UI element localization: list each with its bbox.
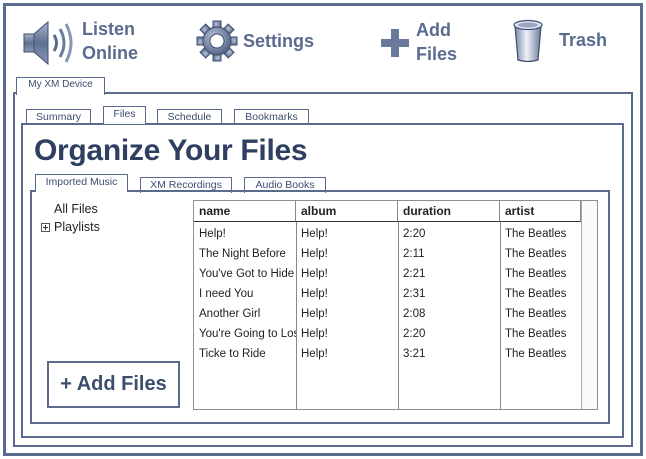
playlists-label: Playlists	[54, 220, 100, 234]
cell-artist: The Beatles	[505, 268, 567, 280]
cell-duration: 2:31	[403, 288, 426, 300]
cell-duration: 2:11	[403, 248, 425, 260]
settings-label: Settings	[243, 31, 315, 51]
tree-item-playlists[interactable]: Playlists	[41, 220, 100, 234]
cell-artist: The Beatles	[505, 248, 567, 260]
cell-duration: 3:21	[403, 348, 426, 360]
plus-icon	[380, 28, 410, 58]
cell-album: Help!	[301, 248, 328, 260]
cell-name: Another Girl	[199, 308, 261, 320]
cell-name: Help!	[199, 228, 226, 240]
cell-album: Help!	[301, 348, 328, 360]
listen-label-line2: Online	[82, 43, 139, 63]
cell-duration: 2:20	[403, 228, 426, 240]
cell-duration: 2:20	[403, 328, 426, 340]
cell-artist: The Beatles	[505, 288, 567, 300]
add-files-label: Add Files	[416, 18, 457, 66]
listen-label-line1: Listen	[82, 19, 136, 39]
add-files-button[interactable]: + Add Files	[47, 361, 180, 408]
add-label-line2: Files	[416, 44, 458, 64]
column-header-duration[interactable]: duration	[398, 201, 500, 222]
cell-album: Help!	[301, 288, 328, 300]
tab-my-xm-device[interactable]: My XM Device	[16, 77, 105, 95]
cell-duration: 2:08	[403, 308, 426, 320]
trash-label: Trash	[559, 30, 608, 50]
listen-online-button[interactable]: Listen Online	[22, 18, 138, 68]
vertical-scrollbar[interactable]	[581, 201, 597, 409]
trash-button[interactable]: Trash	[512, 18, 607, 62]
add-label-line1: Add	[416, 20, 451, 40]
cell-name: Ticke to Ride	[199, 348, 266, 360]
cell-name: I need You	[199, 288, 254, 300]
tab-imported-music[interactable]: Imported Music	[35, 174, 128, 192]
cell-artist: The Beatles	[505, 348, 567, 360]
cell-album: Help!	[301, 268, 328, 280]
cell-artist: The Beatles	[505, 328, 567, 340]
cell-name: You've Got to Hide Your Love Away	[199, 268, 296, 280]
cell-name: You're Going to Lose That Girl	[199, 328, 296, 340]
file-table: name album duration artist Help! Help! 2:2…	[193, 200, 598, 410]
trash-icon	[512, 18, 544, 62]
tab-files[interactable]: Files	[103, 106, 146, 124]
settings-button[interactable]: Settings	[196, 20, 314, 62]
cell-album: Help!	[301, 328, 328, 340]
cell-artist: The Beatles	[505, 228, 567, 240]
column-header-album[interactable]: album	[296, 201, 398, 222]
speaker-icon	[22, 18, 76, 68]
column-header-artist[interactable]: artist	[500, 201, 581, 222]
cell-album: Help!	[301, 308, 328, 320]
cell-duration: 2:21	[403, 268, 426, 280]
cell-album: Help!	[301, 228, 328, 240]
expand-icon[interactable]	[41, 222, 50, 232]
column-header-name[interactable]: name	[194, 201, 296, 222]
cell-artist: The Beatles	[505, 308, 567, 320]
cell-name: The Night Before	[199, 248, 286, 260]
tree-item-all-files[interactable]: All Files	[54, 202, 98, 216]
gear-icon	[196, 20, 238, 62]
listen-online-label: Listen Online	[82, 17, 138, 65]
page-title: Organize Your Files	[34, 134, 308, 167]
toolbar-add-files-button[interactable]: Add Files	[380, 20, 457, 66]
